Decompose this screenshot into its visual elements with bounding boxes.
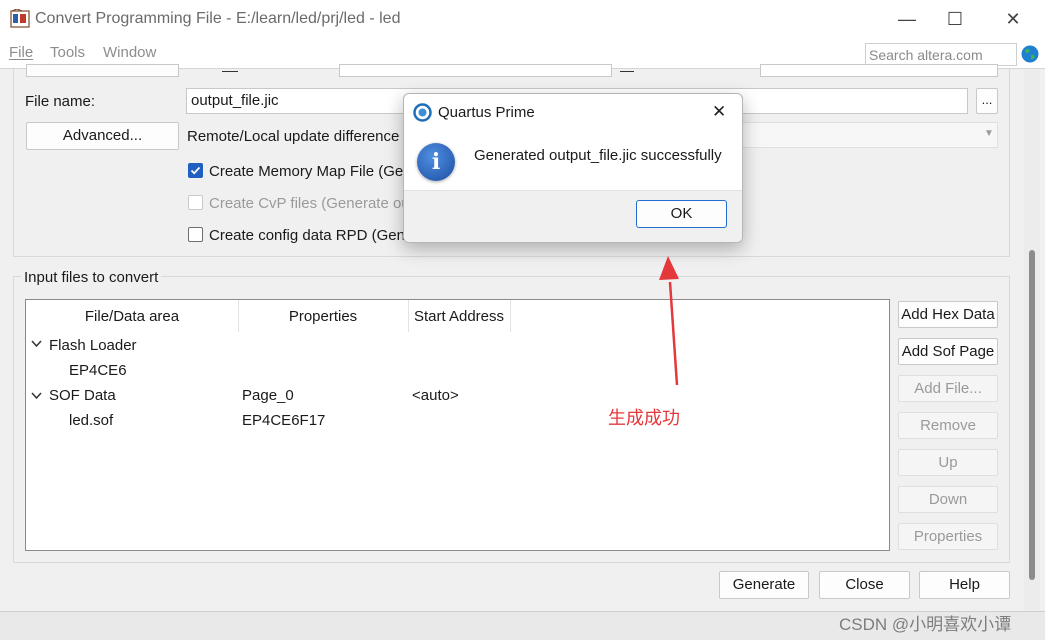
- hidden-label-underline: [222, 71, 238, 72]
- mode-select[interactable]: [760, 64, 998, 77]
- advanced-button[interactable]: Advanced...: [26, 122, 179, 150]
- close-button[interactable]: Close: [819, 571, 910, 599]
- down-button[interactable]: Down: [898, 486, 998, 513]
- create-memory-map-checkbox[interactable]: [188, 163, 203, 178]
- sof-data-start-address: <auto>: [412, 387, 459, 404]
- create-rpd-label: Create config data RPD (Gene: [209, 227, 414, 244]
- file-name-label: File name:: [25, 93, 95, 110]
- chevron-down-icon: ▼: [984, 128, 994, 139]
- up-button[interactable]: Up: [898, 449, 998, 476]
- input-files-table[interactable]: [25, 299, 890, 551]
- column-divider: [510, 300, 511, 332]
- menu-window[interactable]: Window: [103, 44, 156, 61]
- search-input[interactable]: Search altera.com: [865, 43, 1017, 66]
- menu-file[interactable]: File: [9, 44, 33, 61]
- ok-button[interactable]: OK: [636, 200, 727, 228]
- app-icon: [10, 9, 30, 28]
- table-row-flash-loader[interactable]: Flash Loader: [49, 337, 137, 354]
- globe-icon[interactable]: [1021, 45, 1039, 63]
- column-header-file[interactable]: File/Data area: [27, 302, 237, 332]
- message-dialog: Quartus Prime ✕ i Generated output_file.…: [403, 93, 743, 243]
- hidden-label-underline-2: [620, 71, 634, 72]
- generate-button[interactable]: Generate: [719, 571, 809, 599]
- checkmark-icon: [190, 166, 201, 175]
- table-row-sof-data[interactable]: SOF Data: [49, 387, 116, 404]
- column-header-properties[interactable]: Properties: [239, 302, 407, 332]
- add-hex-data-button[interactable]: Add Hex Data: [898, 301, 998, 328]
- help-button[interactable]: Help: [919, 571, 1010, 599]
- annotation-arrow-icon: [659, 256, 679, 386]
- vertical-scrollbar[interactable]: [1029, 250, 1035, 580]
- create-memory-map-label: Create Memory Map File (Ge: [209, 163, 404, 180]
- menu-tools-label: Tools: [50, 44, 86, 61]
- remote-local-select[interactable]: [740, 122, 998, 148]
- add-sof-page-button[interactable]: Add Sof Page: [898, 338, 998, 365]
- quartus-logo-icon: [413, 103, 432, 122]
- column-header-start-address[interactable]: Start Address: [409, 302, 509, 332]
- input-files-legend: Input files to convert: [21, 269, 162, 286]
- expand-chevron-icon[interactable]: [31, 337, 42, 351]
- close-window-button[interactable]: ✕: [1001, 8, 1025, 30]
- maximize-button[interactable]: ☐: [943, 8, 967, 30]
- remote-local-label: Remote/Local update difference: [187, 128, 400, 145]
- configuration-device-select[interactable]: [339, 64, 612, 77]
- annotation-text: 生成成功: [608, 408, 680, 428]
- table-row-led-sof[interactable]: led.sof: [69, 412, 113, 429]
- programming-file-type-select[interactable]: [26, 64, 179, 77]
- menu-tools[interactable]: Tools: [50, 44, 85, 61]
- dialog-title: Quartus Prime: [438, 104, 535, 121]
- remove-button[interactable]: Remove: [898, 412, 998, 439]
- properties-button[interactable]: Properties: [898, 523, 998, 550]
- create-cvp-checkbox[interactable]: [188, 195, 203, 210]
- menu-window-label: Window: [103, 44, 157, 61]
- dialog-message: Generated output_file.jic successfully: [474, 147, 722, 164]
- expand-chevron-icon[interactable]: [31, 387, 42, 404]
- watermark: CSDN @小明喜欢小谭: [839, 615, 1012, 634]
- browse-button[interactable]: ...: [976, 88, 998, 114]
- file-name-label-text: File name:: [25, 93, 96, 110]
- create-rpd-checkbox[interactable]: [188, 227, 203, 242]
- led-sof-properties: EP4CE6F17: [242, 412, 326, 429]
- create-cvp-label: Create CvP files (Generate ou: [209, 195, 410, 212]
- window-title: Convert Programming File - E:/learn/led/…: [35, 10, 401, 27]
- table-row-ep4ce6[interactable]: EP4CE6: [69, 362, 127, 379]
- minimize-button[interactable]: —: [895, 8, 919, 30]
- menu-file-label: File: [9, 44, 34, 61]
- add-file-button[interactable]: Add File...: [898, 375, 998, 402]
- dialog-close-button[interactable]: ✕: [712, 102, 726, 122]
- sof-data-properties: Page_0: [242, 387, 294, 404]
- info-icon: i: [417, 143, 455, 181]
